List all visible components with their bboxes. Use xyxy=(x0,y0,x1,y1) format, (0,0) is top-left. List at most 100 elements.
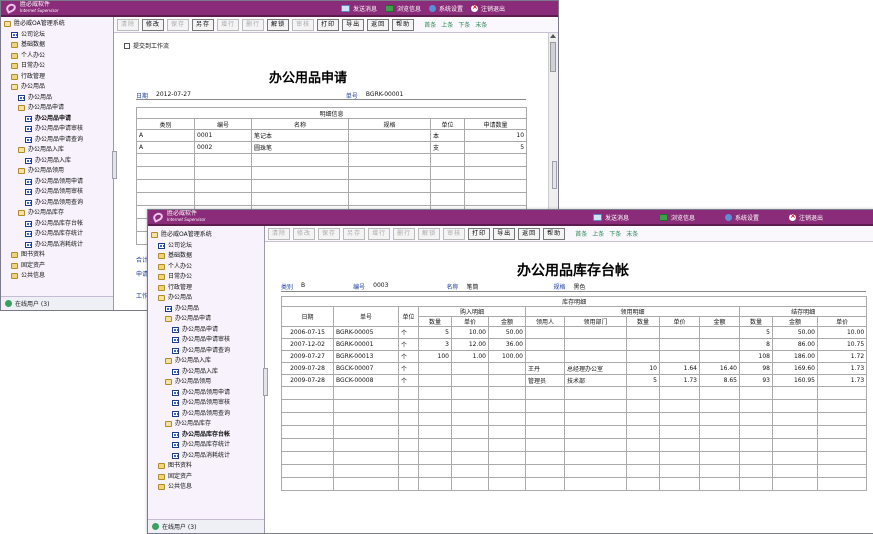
menu-browse-info[interactable]: 浏览信息 xyxy=(385,4,421,13)
toolbar-button[interactable]: 另存 xyxy=(343,227,366,240)
menu-settings[interactable]: 系统设置 xyxy=(725,213,759,222)
submit-workflow-checkbox[interactable] xyxy=(124,42,130,49)
tree-item[interactable]: 公共信息 xyxy=(148,482,264,493)
online-users[interactable]: 在线用户 (3) xyxy=(148,519,264,533)
tree-item[interactable]: 办公用品领用审核 xyxy=(1,187,113,198)
table-row[interactable] xyxy=(281,438,868,452)
submit-to-workflow[interactable]: 提交到工作流 xyxy=(124,41,169,50)
tree-item[interactable]: 办公用品申请查询 xyxy=(1,135,113,146)
tree-item[interactable]: 公共信息 xyxy=(1,271,113,282)
tree-item[interactable]: 办公用品库存台帐 xyxy=(1,219,113,230)
tree-item[interactable]: 公司论坛 xyxy=(1,30,113,41)
tree-item[interactable]: 办公用品入库 xyxy=(148,356,264,367)
tree-item[interactable]: 个人办公 xyxy=(1,51,113,62)
table-row[interactable] xyxy=(281,399,868,413)
tree-item[interactable]: 日常办公 xyxy=(1,61,113,72)
tree-item[interactable]: 个人办公 xyxy=(148,262,264,273)
last-record-link[interactable]: 末条 xyxy=(475,20,487,29)
table-row[interactable] xyxy=(281,477,868,491)
scroll-up-icon[interactable] xyxy=(550,34,556,38)
first-record-link[interactable]: 首条 xyxy=(575,229,587,238)
toolbar-button[interactable]: 返回 xyxy=(518,227,541,240)
table-row[interactable]: A 0002 圆珠笔 支 5 xyxy=(136,141,528,154)
tree-item[interactable]: 办公用品 xyxy=(148,304,264,315)
tree-item[interactable]: 办公用品申请审核 xyxy=(148,335,264,346)
tree-item[interactable]: 办公用品消耗统计 xyxy=(1,240,113,251)
tree-item[interactable]: 基础数据 xyxy=(148,251,264,262)
tree-item[interactable]: 办公用品申请 xyxy=(148,314,264,325)
toolbar-button[interactable]: 修改 xyxy=(142,18,165,31)
tree-item[interactable]: 办公用品入库 xyxy=(148,367,264,378)
tree-item[interactable]: 胜必威OA管理系统 xyxy=(148,230,264,241)
tree-item[interactable]: 办公用品 xyxy=(1,93,113,104)
table-row[interactable]: A 0001 笔记本 本 10 xyxy=(136,129,528,142)
tree-item[interactable]: 固定资产 xyxy=(1,261,113,272)
table-row[interactable]: 2009-07-28 BGCK-00007 个 王丹 总经理办公室 10 1.64 16.40… xyxy=(281,362,868,375)
table-row[interactable] xyxy=(136,179,528,193)
tree-item[interactable]: 办公用品入库 xyxy=(1,156,113,167)
menu-logout[interactable]: 注销退出 xyxy=(471,3,505,13)
tree-item[interactable]: 日常办公 xyxy=(148,272,264,283)
toolbar-button[interactable]: 帮助 xyxy=(392,18,415,31)
tree-item[interactable]: 基础数据 xyxy=(1,40,113,51)
table-row[interactable] xyxy=(136,192,528,206)
toolbar-button[interactable]: 保存 xyxy=(318,227,341,240)
tree-item[interactable]: 办公用品库存 xyxy=(148,419,264,430)
tree-item[interactable]: 固定资产 xyxy=(148,472,264,483)
toolbar-button[interactable]: 打印 xyxy=(317,18,340,31)
last-record-link[interactable]: 末条 xyxy=(626,229,638,238)
next-record-link[interactable]: 下条 xyxy=(458,20,470,29)
tree-item[interactable]: 办公用品领用 xyxy=(148,377,264,388)
tree-item[interactable]: 办公用品申请 xyxy=(148,325,264,336)
toolbar-button[interactable]: 修改 xyxy=(293,227,316,240)
toolbar-button[interactable]: 保存 xyxy=(167,18,190,31)
menu-send-message[interactable]: 发送消息 xyxy=(341,4,377,13)
table-row[interactable]: 2007-12-02 BGRK-00001 个 3 12.00 36.00 8 86.00 10… xyxy=(281,338,868,351)
prev-record-link[interactable]: 上条 xyxy=(592,229,604,238)
tree-item[interactable]: 办公用品库存统计 xyxy=(148,440,264,451)
table-row[interactable] xyxy=(281,464,868,478)
tree-item[interactable]: 办公用品领用申请 xyxy=(1,177,113,188)
toolbar-button[interactable]: 导出 xyxy=(493,227,516,240)
toolbar-button[interactable]: 帮助 xyxy=(543,227,566,240)
table-row[interactable] xyxy=(281,451,868,465)
online-users[interactable]: 在线用户 (3) xyxy=(1,296,113,310)
tree-item[interactable]: 办公用品库存 xyxy=(1,208,113,219)
toolbar-button[interactable]: 清除 xyxy=(117,18,140,31)
table-row[interactable]: 2009-07-28 BGCK-00008 个管理员 技术部 5 1.73 8.65 93 16… xyxy=(281,374,868,387)
tree-item[interactable]: 办公用品 xyxy=(1,82,113,93)
toolbar-button[interactable]: 删行 xyxy=(242,18,265,31)
toolbar-button[interactable]: 导出 xyxy=(342,18,365,31)
right-splitter[interactable] xyxy=(552,161,557,189)
tree-item[interactable]: 办公用品库存台帐 xyxy=(148,430,264,441)
toolbar-button[interactable]: 清除 xyxy=(268,227,291,240)
first-record-link[interactable]: 首条 xyxy=(424,20,436,29)
tree-item[interactable]: 办公用品申请查询 xyxy=(148,346,264,357)
menu-browse-info[interactable]: 浏览信息 xyxy=(659,213,695,222)
scroll-thumb[interactable] xyxy=(550,42,556,72)
menu-send-message[interactable]: 发送消息 xyxy=(593,213,629,222)
next-record-link[interactable]: 下条 xyxy=(609,229,621,238)
menu-logout[interactable]: 注销退出 xyxy=(789,212,823,222)
tree-item[interactable]: 行政管理 xyxy=(148,283,264,294)
table-row[interactable] xyxy=(281,412,868,426)
table-row[interactable] xyxy=(136,166,528,180)
tree-item[interactable]: 办公用品领用查询 xyxy=(148,409,264,420)
tree-item[interactable]: 办公用品领用申请 xyxy=(148,388,264,399)
tree-item[interactable]: 办公用品申请 xyxy=(1,103,113,114)
toolbar-button[interactable]: 解锁 xyxy=(418,227,441,240)
table-row[interactable] xyxy=(136,153,528,167)
tree-item[interactable]: 公司论坛 xyxy=(148,241,264,252)
tree-item[interactable]: 办公用品 xyxy=(148,293,264,304)
prev-record-link[interactable]: 上条 xyxy=(441,20,453,29)
tree-item[interactable]: 办公用品入库 xyxy=(1,145,113,156)
toolbar-button[interactable]: 打印 xyxy=(468,227,491,240)
tree-item[interactable]: 办公用品领用审核 xyxy=(148,398,264,409)
tree-item[interactable]: 办公用品申请审核 xyxy=(1,124,113,135)
table-row[interactable]: 2006-07-15 BGRK-00005 个 5 10.00 50.00 5 50.00 10… xyxy=(281,326,868,339)
tree-item[interactable]: 行政管理 xyxy=(1,72,113,83)
toolbar-button[interactable]: 删行 xyxy=(393,227,416,240)
tree-item[interactable]: 胜必威OA管理系统 xyxy=(1,19,113,30)
tree-item[interactable]: 图书资料 xyxy=(1,250,113,261)
tree-item[interactable]: 办公用品领用查询 xyxy=(1,198,113,209)
